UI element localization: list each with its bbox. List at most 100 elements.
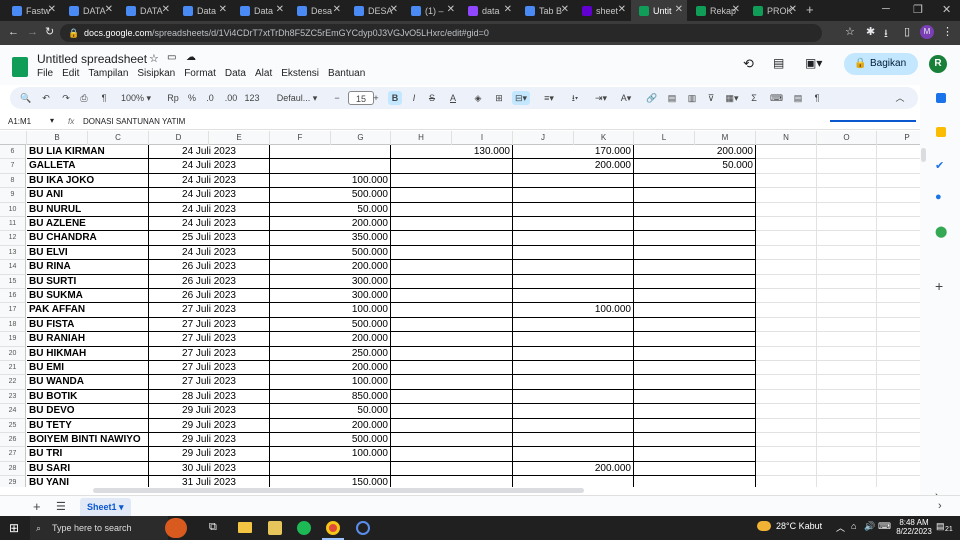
language-icon[interactable]: ⌨: [878, 521, 891, 532]
date-cell[interactable]: 29 Juli 2023: [149, 418, 270, 433]
browser-tab[interactable]: Rekap ✕: [688, 0, 744, 21]
amount-cell[interactable]: 300.000: [270, 289, 391, 304]
empty-cell[interactable]: [817, 260, 877, 275]
redo-icon[interactable]: ↷: [60, 91, 72, 105]
amount-cell[interactable]: [634, 303, 756, 318]
amount-cell[interactable]: 200.000: [270, 217, 391, 232]
notifications-icon[interactable]: ▤: [936, 521, 945, 532]
name-cell[interactable]: BU NURUL: [27, 202, 149, 217]
new-tab-button[interactable]: +: [806, 2, 814, 17]
name-cell[interactable]: BU ELVI: [27, 245, 149, 261]
filter-icon[interactable]: ⊽: [705, 91, 717, 105]
amount-cell[interactable]: 850.000: [270, 389, 391, 405]
amount-cell[interactable]: 500.000: [270, 188, 391, 203]
more-formats-button[interactable]: 123: [244, 91, 260, 105]
name-cell[interactable]: BU YANI: [27, 476, 149, 487]
explore-icon[interactable]: ›: [938, 500, 942, 512]
date-cell[interactable]: 24 Juli 2023: [149, 202, 270, 217]
empty-cell[interactable]: [817, 173, 877, 189]
horizontal-align-icon[interactable]: ≡▾: [540, 91, 558, 105]
empty-cell[interactable]: [817, 317, 877, 333]
column-header[interactable]: M: [695, 131, 756, 145]
date-cell[interactable]: 24 Juli 2023: [149, 188, 270, 203]
amount-cell[interactable]: 50.000: [270, 202, 391, 217]
empty-cell[interactable]: [877, 217, 920, 232]
row-number[interactable]: 9: [0, 188, 26, 203]
amount-cell[interactable]: [513, 188, 634, 203]
name-cell[interactable]: BU AZLENE: [27, 217, 149, 232]
empty-cell[interactable]: [756, 289, 817, 304]
empty-cell[interactable]: [877, 375, 920, 390]
date-cell[interactable]: 24 Juli 2023: [149, 159, 270, 174]
row-number[interactable]: 20: [0, 346, 26, 361]
browser-tab[interactable]: DESA ✕: [346, 0, 402, 21]
vertical-align-icon[interactable]: ⭳▾: [566, 91, 584, 105]
empty-cell[interactable]: [756, 159, 817, 174]
row-number[interactable]: 14: [0, 260, 26, 275]
empty-cell[interactable]: [756, 361, 817, 376]
menu-bantuan[interactable]: Bantuan: [328, 68, 365, 79]
amount-cell[interactable]: [391, 461, 513, 477]
row-number[interactable]: 23: [0, 389, 26, 405]
amount-cell[interactable]: [634, 231, 756, 246]
empty-cell[interactable]: [817, 231, 877, 246]
empty-cell[interactable]: [877, 447, 920, 462]
paint-format-icon[interactable]: ¶: [98, 91, 110, 105]
close-tab-icon[interactable]: ✕: [390, 4, 398, 15]
amount-cell[interactable]: [513, 332, 634, 347]
amount-cell[interactable]: [391, 332, 513, 347]
amount-cell[interactable]: [634, 375, 756, 390]
column-header[interactable]: E: [209, 131, 270, 145]
browser-tab[interactable]: Desa ✕: [289, 0, 345, 21]
taskbar-search[interactable]: ⌕ Type here to search: [30, 516, 168, 540]
close-tab-icon[interactable]: ✕: [162, 4, 170, 15]
name-cell[interactable]: BU FISTA: [27, 317, 149, 333]
bold-button[interactable]: B: [388, 91, 402, 105]
tasks-icon[interactable]: ✔: [935, 159, 944, 172]
italic-button[interactable]: I: [408, 91, 420, 105]
menu-format[interactable]: Format: [184, 68, 216, 79]
move-folder-icon[interactable]: ▭: [167, 52, 176, 63]
empty-cell[interactable]: [877, 361, 920, 376]
empty-cell[interactable]: [877, 231, 920, 246]
menu-edit[interactable]: Edit: [62, 68, 79, 79]
name-box[interactable]: A1:M1: [8, 117, 31, 126]
amount-cell[interactable]: [634, 389, 756, 405]
name-cell[interactable]: BU IKA JOKO: [27, 173, 149, 189]
amount-cell[interactable]: 50.000: [270, 404, 391, 419]
empty-cell[interactable]: [756, 231, 817, 246]
amount-cell[interactable]: [513, 447, 634, 462]
show-hidden-icon[interactable]: ︿: [836, 521, 845, 534]
merge-cells-icon[interactable]: ⊟▾: [512, 91, 530, 105]
browser-tab[interactable]: sheet ✕: [574, 0, 630, 21]
close-tab-icon[interactable]: ✕: [561, 4, 569, 15]
amount-cell[interactable]: [634, 317, 756, 333]
empty-cell[interactable]: [817, 476, 877, 487]
amount-cell[interactable]: [391, 476, 513, 487]
insert-link-icon[interactable]: 🔗: [646, 91, 658, 105]
date-cell[interactable]: 25 Juli 2023: [149, 231, 270, 246]
date-cell[interactable]: 24 Juli 2023: [149, 173, 270, 189]
amount-cell[interactable]: [634, 245, 756, 261]
all-sheets-icon[interactable]: ☰: [56, 500, 66, 513]
name-cell[interactable]: BU BOTIK: [27, 389, 149, 405]
name-cell[interactable]: BU EMI: [27, 361, 149, 376]
document-title[interactable]: Untitled spreadsheet: [37, 52, 147, 66]
column-header[interactable]: J: [513, 131, 574, 145]
amount-cell[interactable]: 100.000: [270, 303, 391, 318]
text-wrap-icon[interactable]: ⇥▾: [592, 91, 610, 105]
row-number[interactable]: 16: [0, 289, 26, 304]
amount-cell[interactable]: 300.000: [270, 274, 391, 289]
menu-tampilan[interactable]: Tampilan: [88, 68, 128, 79]
insert-chart-icon[interactable]: ▥: [686, 91, 698, 105]
maps-icon[interactable]: ⬤: [935, 225, 947, 238]
empty-cell[interactable]: [817, 202, 877, 217]
amount-cell[interactable]: [513, 361, 634, 376]
clock[interactable]: 8:48 AM 8/22/2023: [894, 518, 934, 536]
column-header[interactable]: H: [391, 131, 452, 145]
currency-button[interactable]: Rp: [166, 91, 180, 105]
empty-cell[interactable]: [756, 217, 817, 232]
date-cell[interactable]: 24 Juli 2023: [149, 145, 270, 160]
date-cell[interactable]: 24 Juli 2023: [149, 217, 270, 232]
empty-cell[interactable]: [877, 188, 920, 203]
